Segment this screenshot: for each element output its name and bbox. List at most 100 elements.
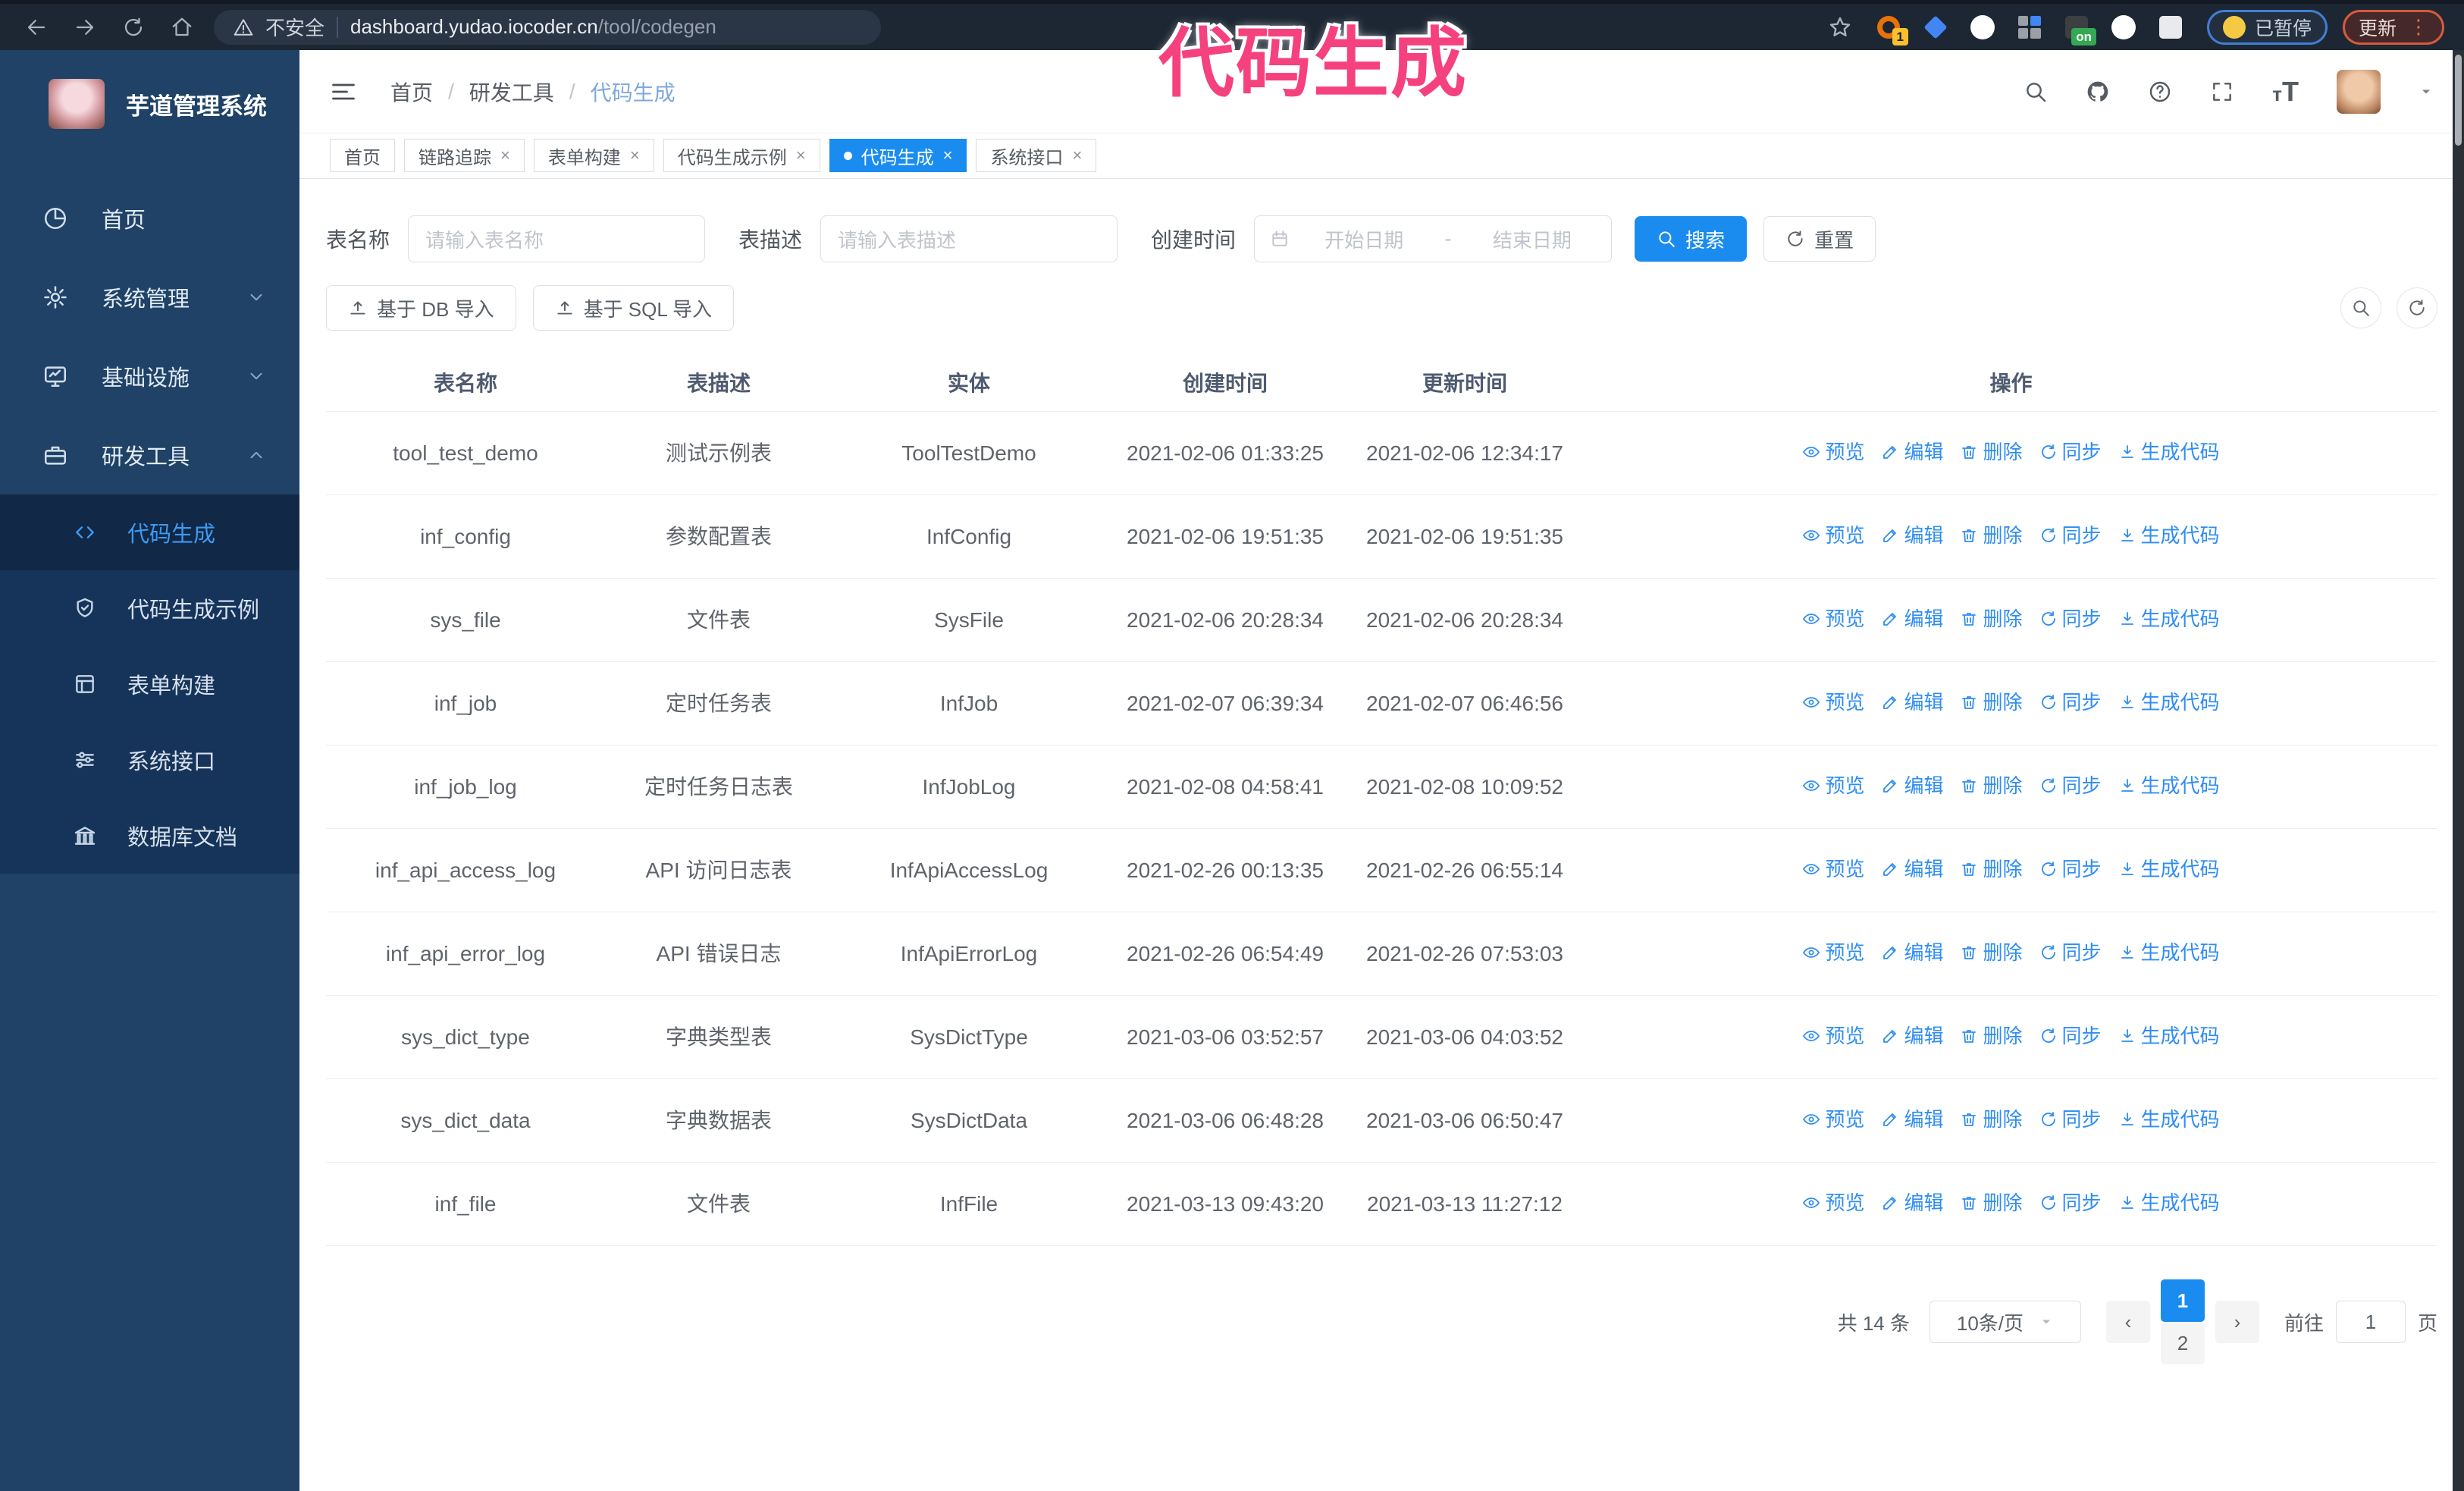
sidebar-subitem-1[interactable]: 代码生成 — [0, 494, 299, 570]
sidebar-item-2[interactable]: 系统管理 — [0, 258, 299, 337]
action-生成代码[interactable]: 生成代码 — [2118, 1105, 2220, 1134]
user-avatar[interactable] — [2337, 69, 2381, 114]
update-button[interactable]: 更新 ⋮ — [2342, 9, 2444, 45]
action-删除[interactable]: 删除 — [1960, 855, 2023, 884]
db-import-button[interactable]: 基于 DB 导入 — [326, 285, 516, 331]
github-icon[interactable] — [2086, 80, 2110, 104]
action-同步[interactable]: 同步 — [2039, 1022, 2102, 1050]
sidebar-item-1[interactable]: 首页 — [0, 179, 299, 258]
page-button-1[interactable]: 1 — [2160, 1279, 2205, 1322]
action-预览[interactable]: 预览 — [1802, 1022, 1864, 1050]
search-button[interactable]: 搜索 — [1635, 216, 1748, 262]
breadcrumb-item[interactable]: 研发工具 — [469, 77, 554, 107]
action-同步[interactable]: 同步 — [2039, 771, 2102, 800]
action-预览[interactable]: 预览 — [1802, 521, 1864, 550]
action-预览[interactable]: 预览 — [1802, 1188, 1864, 1217]
fullscreen-icon[interactable] — [2210, 80, 2234, 104]
window-scrollbar[interactable] — [2453, 50, 2464, 1491]
action-同步[interactable]: 同步 — [2039, 688, 2102, 717]
action-生成代码[interactable]: 生成代码 — [2118, 855, 2220, 884]
sidebar-item-3[interactable]: 基础设施 — [0, 337, 299, 416]
action-生成代码[interactable]: 生成代码 — [2118, 604, 2220, 633]
browser-home-icon[interactable] — [165, 11, 199, 44]
browser-menu-icon[interactable]: ⋮ — [2409, 15, 2428, 39]
action-编辑[interactable]: 编辑 — [1881, 855, 1943, 884]
tab-表单构建[interactable]: 表单构建 × — [533, 139, 654, 172]
sidebar-logo-row[interactable]: 芋道管理系统 — [0, 50, 299, 129]
tab-代码生成[interactable]: 代码生成 × — [829, 139, 967, 172]
action-生成代码[interactable]: 生成代码 — [2118, 771, 2220, 800]
action-预览[interactable]: 预览 — [1802, 855, 1864, 884]
action-生成代码[interactable]: 生成代码 — [2118, 1188, 2220, 1217]
next-page-button[interactable]: › — [2215, 1301, 2259, 1343]
action-生成代码[interactable]: 生成代码 — [2118, 438, 2220, 466]
sidebar-item-4[interactable]: 研发工具 — [0, 416, 299, 494]
action-生成代码[interactable]: 生成代码 — [2118, 521, 2220, 550]
action-生成代码[interactable]: 生成代码 — [2118, 1022, 2220, 1050]
search-icon[interactable] — [2024, 80, 2048, 104]
action-预览[interactable]: 预览 — [1802, 771, 1864, 800]
action-同步[interactable]: 同步 — [2039, 938, 2102, 967]
extension-grid[interactable] — [2016, 14, 2043, 41]
hamburger-icon[interactable] — [330, 78, 357, 105]
tab-代码生成示例[interactable]: 代码生成示例 × — [663, 139, 820, 172]
prev-page-button[interactable]: ‹ — [2105, 1301, 2150, 1343]
action-生成代码[interactable]: 生成代码 — [2118, 688, 2220, 717]
action-同步[interactable]: 同步 — [2039, 855, 2102, 884]
tab-链路追踪[interactable]: 链路追踪 × — [404, 139, 525, 172]
paused-badge[interactable]: 已暂停 — [2206, 9, 2328, 45]
action-生成代码[interactable]: 生成代码 — [2118, 938, 2220, 967]
sidebar-subitem-5[interactable]: 数据库文档 — [0, 798, 299, 874]
sidebar-subitem-4[interactable]: 系统接口 — [0, 722, 299, 798]
action-删除[interactable]: 删除 — [1960, 938, 2023, 967]
action-编辑[interactable]: 编辑 — [1881, 688, 1943, 717]
extension-blue-diamond[interactable] — [1922, 14, 1949, 41]
close-icon[interactable]: × — [500, 146, 510, 165]
action-删除[interactable]: 删除 — [1960, 771, 2023, 800]
action-同步[interactable]: 同步 — [2039, 438, 2102, 466]
action-同步[interactable]: 同步 — [2039, 1105, 2102, 1134]
action-删除[interactable]: 删除 — [1960, 1022, 2023, 1050]
avatar-dropdown-icon[interactable] — [2419, 84, 2434, 99]
browser-forward-icon[interactable] — [68, 11, 102, 44]
page-size-select[interactable]: 10条/页 — [1929, 1301, 2081, 1343]
action-预览[interactable]: 预览 — [1802, 438, 1864, 466]
scrollbar-thumb[interactable] — [2455, 55, 2462, 146]
extension-on-badge[interactable]: on — [2063, 14, 2096, 46]
action-同步[interactable]: 同步 — [2039, 521, 2102, 550]
action-编辑[interactable]: 编辑 — [1881, 1188, 1943, 1217]
font-size-icon[interactable]: тT — [2272, 76, 2299, 108]
page-button-2[interactable]: 2 — [2160, 1322, 2205, 1364]
help-icon[interactable] — [2148, 80, 2172, 104]
sidebar-subitem-3[interactable]: 表单构建 — [0, 646, 299, 722]
action-同步[interactable]: 同步 — [2039, 1188, 2102, 1217]
action-预览[interactable]: 预览 — [1802, 688, 1864, 717]
action-编辑[interactable]: 编辑 — [1881, 438, 1943, 466]
close-icon[interactable]: × — [796, 146, 806, 165]
action-删除[interactable]: 删除 — [1960, 1188, 2023, 1217]
bookmark-star-icon[interactable] — [1828, 15, 1852, 39]
address-bar[interactable]: 不安全 dashboard.yudao.iocoder.cn/tool/code… — [214, 9, 881, 45]
reset-button[interactable]: 重置 — [1763, 216, 1876, 262]
action-编辑[interactable]: 编辑 — [1881, 521, 1943, 550]
action-删除[interactable]: 删除 — [1960, 438, 2023, 466]
action-编辑[interactable]: 编辑 — [1881, 771, 1943, 800]
action-编辑[interactable]: 编辑 — [1881, 1105, 1943, 1134]
close-icon[interactable]: × — [630, 146, 640, 165]
table-desc-input[interactable]: 请输入表描述 — [820, 215, 1118, 262]
action-删除[interactable]: 删除 — [1960, 1105, 2023, 1134]
extension-puzzle[interactable] — [2157, 14, 2184, 41]
action-删除[interactable]: 删除 — [1960, 521, 2023, 550]
tab-首页[interactable]: 首页 — [330, 139, 395, 172]
sidebar-subitem-2[interactable]: 代码生成示例 — [0, 570, 299, 646]
action-预览[interactable]: 预览 — [1802, 1105, 1864, 1134]
action-预览[interactable]: 预览 — [1802, 604, 1864, 633]
action-编辑[interactable]: 编辑 — [1881, 1022, 1943, 1050]
tab-系统接口[interactable]: 系统接口 × — [976, 139, 1097, 172]
close-icon[interactable]: × — [1072, 146, 1082, 165]
close-icon[interactable]: × — [943, 146, 953, 165]
table-name-input[interactable]: 请输入表名称 — [408, 215, 706, 262]
action-编辑[interactable]: 编辑 — [1881, 938, 1943, 967]
sql-import-button[interactable]: 基于 SQL 导入 — [532, 285, 735, 331]
refresh-table-button[interactable] — [2397, 287, 2437, 328]
